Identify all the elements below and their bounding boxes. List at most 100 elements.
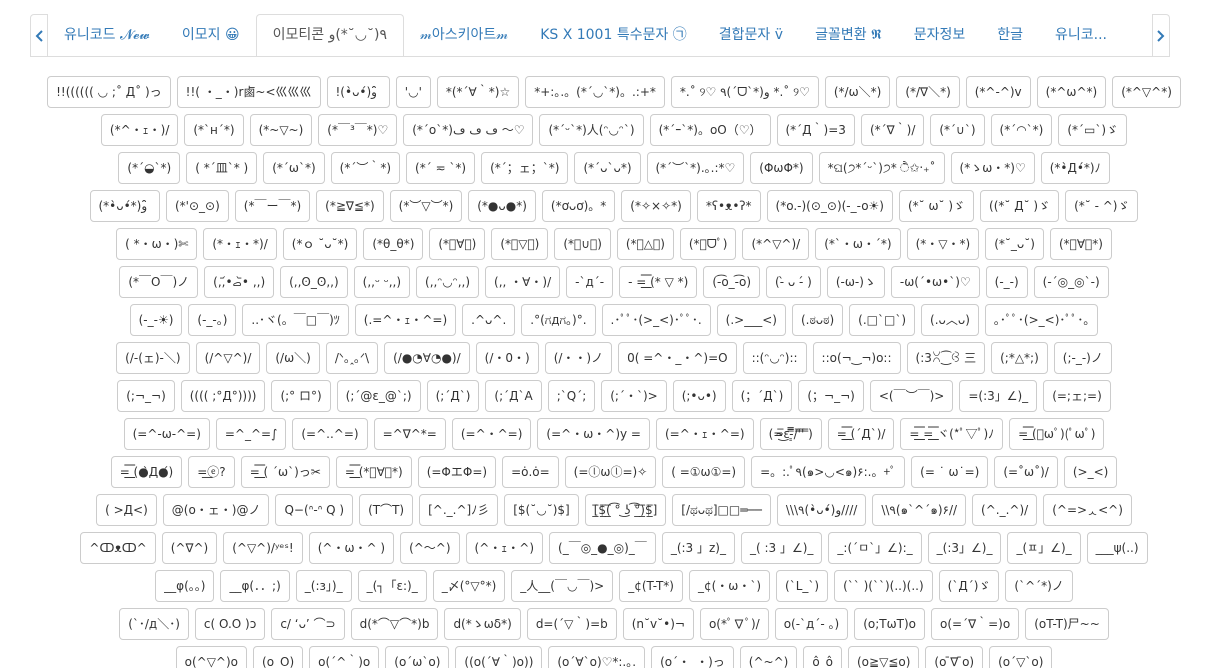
emoticon-button[interactable]: =ȯ.ȯ= xyxy=(502,456,559,488)
emoticon-button[interactable]: (=˚ω˚)/ xyxy=(994,456,1058,488)
emoticon-button[interactable]: (*ゝω・*)♡ xyxy=(950,152,1035,184)
emoticon-button[interactable]: (*•̀Д•́*)ﾉ xyxy=(1040,152,1110,184)
emoticon-button[interactable]: -`д´- xyxy=(566,266,614,298)
emoticon-button[interactable]: (；¬_¬) xyxy=(798,380,864,412)
emoticon-button[interactable]: (T⌒T) xyxy=(359,494,414,526)
emoticon-button[interactable]: c/ ‘ᴗ’ ⌒⊃ xyxy=(271,608,345,640)
emoticon-button[interactable]: (=^・^=) xyxy=(451,418,532,450)
emoticon-button[interactable]: (；´Д`) xyxy=(731,380,793,412)
emoticon-button[interactable]: (*´ω`*) xyxy=(263,152,325,184)
emoticon-button[interactable]: __φ(．．;) xyxy=(220,570,290,602)
emoticon-button[interactable]: (-ω-)ゝ xyxy=(826,266,885,298)
emoticon-button[interactable]: *ଘ(੭*ˊᵕˋ)੭* ੈ✩‧₊˚ xyxy=(818,152,945,184)
emoticon-button[interactable]: o(=´∇｀=)o xyxy=(931,608,1020,640)
emoticon-button[interactable]: (o ̄∇ ̄o) xyxy=(925,646,984,668)
tab-5[interactable]: 결합문자 v̈ xyxy=(703,14,799,56)
emoticon-button[interactable]: o(-`д´- 。) xyxy=(774,608,849,640)
emoticon-button[interactable]: ( =①ω①=) xyxy=(662,456,746,488)
emoticon-button[interactable]: (^・ｪ・^) xyxy=(465,532,544,564)
emoticon-button[interactable]: ;`Q´; xyxy=(547,380,596,412)
emoticon-button[interactable]: (*`・ω・´*) xyxy=(815,228,901,260)
emoticon-button[interactable]: (*´◒`*) xyxy=(118,152,181,184)
emoticon-button[interactable]: =͟͟͞͞ (●̀Д●́) xyxy=(110,456,183,488)
tab-7[interactable]: 문자정보 xyxy=(898,14,982,56)
emoticon-button[interactable]: (((( ;°Д°)))) xyxy=(180,380,266,412)
emoticon-button[interactable]: (;° ロ°) xyxy=(271,380,331,412)
emoticon-button[interactable]: ( >Д<) xyxy=(96,494,157,526)
emoticon-button[interactable]: (*˘ - ^)ゞ xyxy=(1065,190,1139,222)
emoticon-button[interactable]: (o´▽`o) xyxy=(989,646,1053,668)
emoticon-button[interactable]: (-_-) xyxy=(985,266,1028,298)
emoticon-button[interactable]: (;´・`)> xyxy=(601,380,667,412)
emoticon-button[interactable]: ::(ᵔ◡ᵔ):: xyxy=(742,342,807,374)
emoticon-button[interactable]: '◡' xyxy=(395,76,431,108)
emoticon-button[interactable]: (-͡o_-͡o) xyxy=(703,266,761,298)
emoticon-button[interactable]: __φ(。。) xyxy=(155,570,215,602)
emoticon-button[interactable]: o(^▽^)o xyxy=(175,646,248,668)
emoticon-button[interactable]: [^._.^]ﾉ彡 xyxy=(419,494,499,526)
emoticon-button[interactable]: (,, ・∀・)/ xyxy=(485,266,561,298)
emoticon-button[interactable]: (/ω＼) xyxy=(266,342,320,374)
emoticon-button[interactable]: (;´Д`A xyxy=(485,380,542,412)
emoticon-button[interactable]: (*・ｪ・*)/ xyxy=(203,228,277,260)
emoticon-button[interactable]: (-̀ ᴗ -́ ) xyxy=(766,266,821,298)
emoticon-button[interactable]: [̲̅$̲̅(̲̅ ͡° ͜ʖ ͡°̲̅)̲̅$̲̅] xyxy=(584,494,667,526)
emoticon-button[interactable]: *.˚ ୨♡ ٩(ˊᗜˋ*)و *.˚ ୨♡ xyxy=(670,76,819,108)
emoticon-button[interactable]: (,,ʘ_ʘ,,) xyxy=(280,266,348,298)
emoticon-button[interactable]: (= ˙ ω˙=) xyxy=(911,456,989,488)
emoticon-button[interactable]: (*˘ ω˘ )ゞ xyxy=(898,190,975,222)
emoticon-button[interactable]: .･ﾟﾟ･(>_<)･ﾟﾟ･. xyxy=(601,304,711,336)
emoticon-button[interactable]: (`Д´)ゞ xyxy=(938,570,1000,602)
emoticon-button[interactable]: 0( =^・_・^)=O xyxy=(618,342,737,374)
tab-9[interactable]: 유니코... xyxy=(1039,14,1123,56)
tab-8[interactable]: 한글 xyxy=(981,14,1039,56)
emoticon-button[interactable]: <(￣︶￣)> xyxy=(869,380,954,412)
emoticon-button[interactable]: (;´Д`) xyxy=(426,380,480,412)
emoticon-button[interactable]: d(*ゝωδ*) xyxy=(444,608,521,640)
tab-0[interactable]: 유니코드 𝓝𝓮𝔀 xyxy=(48,14,166,56)
emoticon-button[interactable]: =(:3」∠)_ xyxy=(959,380,1038,412)
emoticon-button[interactable]: (ΦωΦ*) xyxy=(750,152,813,184)
emoticon-button[interactable]: .°(ಗдಗ。)°. xyxy=(521,304,596,336)
emoticon-button[interactable]: (:3ꇤ⁐ꃳ 三 xyxy=(906,342,986,374)
emoticon-button[interactable]: (*'⊙_⊙) xyxy=(166,190,229,222)
emoticon-button[interactable]: (o_O) xyxy=(253,646,304,668)
emoticon-button[interactable]: (.□`□`) xyxy=(849,304,916,336)
emoticon-button[interactable]: !!( ・_・)r鹵~<巛巛巛 xyxy=(176,76,321,108)
emoticon-button[interactable]: =^∇^*= xyxy=(373,418,446,450)
emoticon-button[interactable]: _¢(・ω・`) xyxy=(688,570,771,602)
emoticon-button[interactable]: ( *´皿`* ) xyxy=(186,152,258,184)
tab-scroll-right-button[interactable] xyxy=(1152,14,1170,56)
emoticon-button[interactable]: (*ﾟ▽ﾟ) xyxy=(491,228,549,260)
emoticon-button[interactable]: *(*´∀｀*)☆ xyxy=(436,76,520,108)
emoticon-button[interactable]: (;´@ε_@`;) xyxy=(336,380,421,412)
emoticon-button[interactable]: [$(˘◡˘)$] xyxy=(504,494,579,526)
emoticon-button[interactable]: @(o・ェ・)@ノ xyxy=(162,494,270,526)
tab-2[interactable]: 이모티콘 ٩(˘◡˘*)و xyxy=(255,14,405,56)
emoticon-button[interactable]: (=^..^=) xyxy=(292,418,368,450)
emoticon-button[interactable]: _(┐「ε:)_ xyxy=(357,570,427,602)
emoticon-button[interactable]: -ω(´•ω•`)♡ xyxy=(890,266,980,298)
emoticon-button[interactable]: *+:｡.。(*´◡`*)。.:+* xyxy=(525,76,665,108)
emoticon-button[interactable]: (>_<) xyxy=(1063,456,1118,488)
emoticon-button[interactable]: ( *・ω・)✄ xyxy=(116,228,198,260)
emoticon-button[interactable]: (*´∇｀)/ xyxy=(860,114,925,146)
emoticon-button[interactable]: ô_ô xyxy=(803,646,842,668)
emoticon-button[interactable]: _(:3」∠)_ xyxy=(927,532,1002,564)
emoticon-button[interactable]: _(:з」)_ xyxy=(295,570,352,602)
tab-4[interactable]: KS X 1001 특수문자 ㉠ xyxy=(524,14,703,56)
tab-1[interactable]: 이모지 😀 xyxy=(166,14,256,56)
emoticon-button[interactable]: (^._.^)/ xyxy=(972,494,1038,526)
emoticon-button[interactable]: =͟͟͞͞ (´Д`)/ xyxy=(827,418,895,450)
emoticon-button[interactable]: (/・0・) xyxy=(475,342,539,374)
emoticon-button[interactable]: =͟͟͞͞ (*ﾟ∀ﾟ*) xyxy=(335,456,412,488)
emoticon-button[interactable]: (*´ᵕ`*)人(ᵔ◡ᵔ`) xyxy=(539,114,644,146)
emoticon-button[interactable]: ｡･ﾟﾟ･(>_<)･ﾟﾟ･｡ xyxy=(984,304,1099,336)
emoticon-button[interactable]: (*ｏ ˘ᴗ˘*) xyxy=(282,228,358,260)
emoticon-button[interactable]: o(´^｀)o xyxy=(309,646,380,668)
emoticon-button[interactable]: - =͟͟͞͞ (* ▽ *) xyxy=(619,266,698,298)
emoticon-button[interactable]: (`･/д＼･) xyxy=(119,608,189,640)
emoticon-button[interactable]: _¢(T-T*) xyxy=(619,570,683,602)
emoticon-button[interactable]: _〆(°▽°*) xyxy=(432,570,506,602)
emoticon-button[interactable]: (*´ ≂ `*) xyxy=(406,152,476,184)
